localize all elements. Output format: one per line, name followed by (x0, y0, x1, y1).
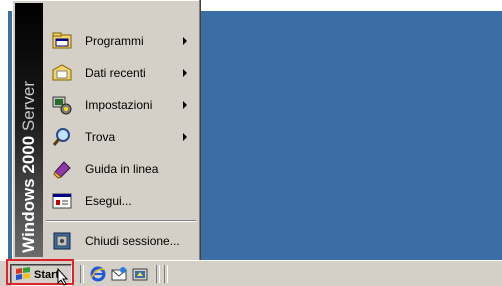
run-icon (51, 190, 73, 212)
menu-item-shutdown[interactable]: Chiudi sessione... (45, 225, 197, 257)
menu-separator (46, 220, 196, 222)
menu-item-programs[interactable]: Programmi (45, 25, 197, 57)
taskbar-divider (80, 265, 84, 283)
submenu-arrow-icon (183, 101, 187, 109)
menu-item-label: Guida in linea (85, 162, 159, 176)
menu-item-settings[interactable]: Impostazioni (45, 89, 197, 121)
search-icon (51, 126, 73, 148)
menu-item-label: Trova (85, 130, 116, 144)
taskbar-divider (164, 265, 168, 283)
menu-item-label: Impostazioni (85, 98, 153, 112)
start-menu-banner: Windows 2000 Server (15, 3, 43, 257)
internet-explorer-icon[interactable] (90, 266, 106, 282)
mouse-cursor-icon (57, 267, 69, 286)
help-icon (51, 158, 73, 180)
banner-brand: Windows 2000 (19, 136, 38, 253)
menu-item-find[interactable]: Trova (45, 121, 197, 153)
submenu-arrow-icon (183, 69, 187, 77)
menu-item-label: Dati recenti (85, 66, 146, 80)
submenu-arrow-icon (183, 133, 187, 141)
start-menu: Windows 2000 Server Programmi Dati recen… (12, 0, 201, 263)
taskbar-divider (156, 265, 160, 283)
logoff-icon (51, 230, 73, 252)
taskbar: Start (0, 260, 502, 286)
banner-edition: Server (19, 81, 38, 132)
programs-icon (51, 30, 73, 52)
menu-item-label: Programmi (85, 34, 144, 48)
menu-item-recent-documents[interactable]: Dati recenti (45, 57, 197, 89)
menu-item-label: Chiudi sessione... (85, 234, 180, 248)
show-desktop-icon[interactable] (132, 266, 148, 282)
menu-item-help[interactable]: Guida in linea (45, 153, 197, 185)
menu-item-run[interactable]: Esegui... (45, 185, 197, 217)
menu-item-label: Esegui... (85, 194, 132, 208)
submenu-arrow-icon (183, 37, 187, 45)
screen: Windows 2000 Server Programmi Dati recen… (0, 0, 502, 286)
settings-icon (51, 94, 73, 116)
outlook-express-icon[interactable] (111, 266, 127, 282)
documents-icon (51, 62, 73, 84)
